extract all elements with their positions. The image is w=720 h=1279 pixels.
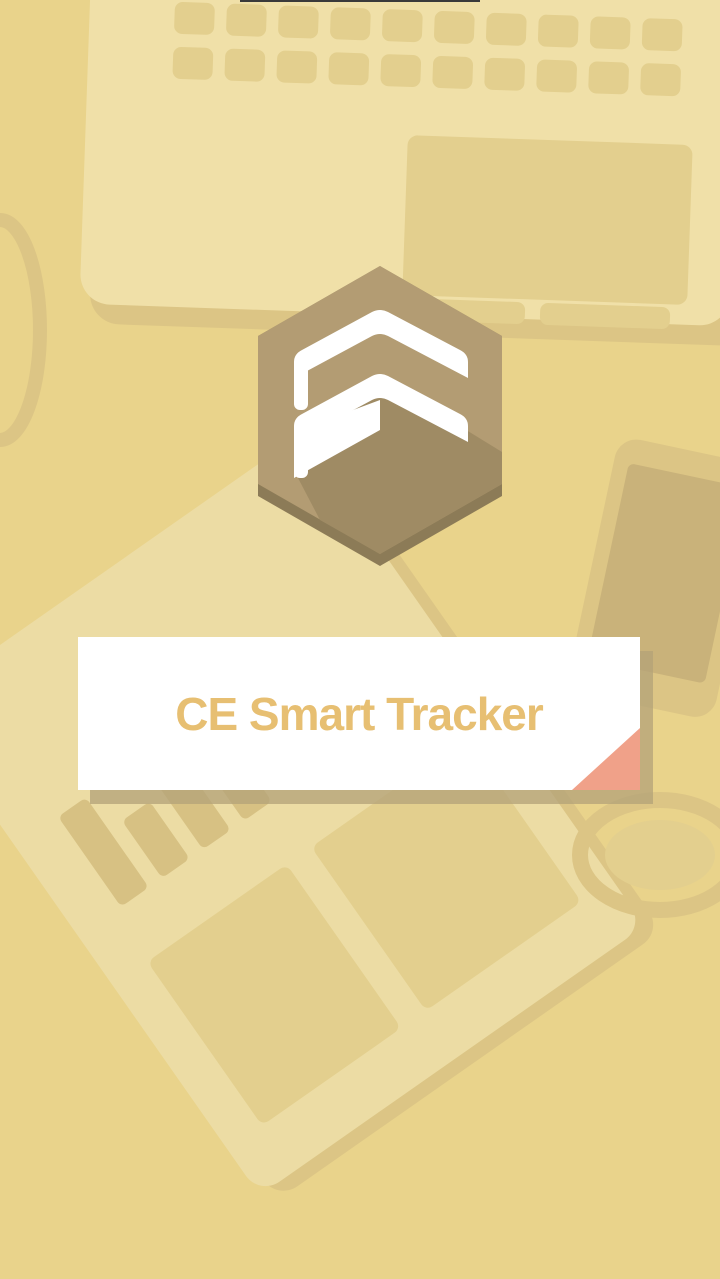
app-title: CE Smart Tracker	[175, 687, 544, 740]
corner-accent	[572, 728, 640, 790]
status-indicator	[240, 0, 480, 2]
title-card: CE Smart Tracker	[78, 637, 640, 790]
double-chevron-up-hexagon-icon	[258, 266, 502, 566]
splash-screen: CE Smart Tracker	[0, 0, 720, 1279]
